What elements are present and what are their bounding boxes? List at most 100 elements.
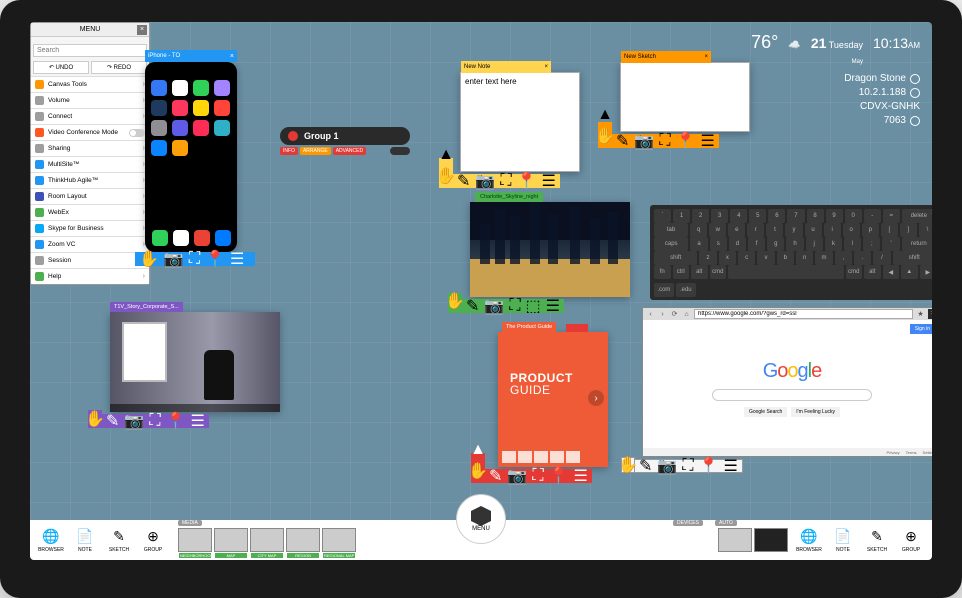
group-badge[interactable]: INFO xyxy=(280,147,298,155)
menu-item[interactable]: ThinkHub Agile™› xyxy=(31,172,149,188)
key[interactable]: ctrl xyxy=(673,265,690,279)
key[interactable]: [ xyxy=(881,223,898,237)
pen-icon[interactable]: ✎ xyxy=(616,131,629,151)
app-icon[interactable] xyxy=(172,140,188,156)
camera-icon[interactable]: 📷 xyxy=(164,249,184,269)
more-icon[interactable]: ☰ xyxy=(541,171,555,191)
key[interactable]: - xyxy=(864,209,881,223)
dock-icon[interactable] xyxy=(152,230,168,246)
tool-note[interactable]: 📄NOTE xyxy=(70,528,100,553)
expand-icon[interactable]: ⛶ xyxy=(149,412,160,430)
camera-icon[interactable]: 📷 xyxy=(657,456,677,476)
key[interactable]: \ xyxy=(919,223,932,237)
pen-icon[interactable]: ✎ xyxy=(457,171,470,191)
key[interactable]: , xyxy=(835,251,852,265)
camera-icon[interactable]: 📷 xyxy=(475,171,495,191)
close-icon[interactable]: × xyxy=(544,64,548,70)
media-thumb[interactable]: REGION xyxy=(286,528,320,552)
pen-icon[interactable]: ✎ xyxy=(106,411,119,431)
sketch-window[interactable]: New Sketch× xyxy=(620,62,750,132)
expand-icon[interactable]: ⛶ xyxy=(500,172,511,190)
page-thumb[interactable] xyxy=(518,451,532,463)
google-search-input[interactable] xyxy=(712,389,872,401)
main-menu-button[interactable]: MENU xyxy=(456,494,506,544)
key[interactable]: . xyxy=(854,251,871,265)
drag-icon[interactable]: ✋ xyxy=(595,126,615,146)
pen-icon[interactable]: ✎ xyxy=(466,296,479,316)
key[interactable]: cmd xyxy=(846,265,863,279)
app-icon[interactable] xyxy=(214,80,230,96)
menu-search-input[interactable] xyxy=(33,44,147,57)
pen-icon[interactable]: ✎ xyxy=(489,466,502,486)
drag-icon[interactable]: ✋ xyxy=(445,291,465,311)
key[interactable]: shift xyxy=(893,251,932,265)
pin-icon[interactable]: 📍 xyxy=(517,171,537,191)
media-thumb[interactable]: CITY MAP xyxy=(250,528,284,552)
key[interactable]: 3 xyxy=(711,209,728,223)
tool-sketch[interactable]: ✎SKETCH xyxy=(104,528,134,553)
page-thumb[interactable] xyxy=(502,451,516,463)
menu-item[interactable]: MultiSite™› xyxy=(31,156,149,172)
key[interactable]: 0 xyxy=(845,209,862,223)
note-body[interactable]: enter text here xyxy=(461,73,579,90)
dock-icon[interactable] xyxy=(173,230,189,246)
key[interactable]: s xyxy=(710,237,727,251)
dock-icon[interactable] xyxy=(215,230,231,246)
dock-icon[interactable] xyxy=(194,230,210,246)
up-icon[interactable]: ▲ xyxy=(597,106,613,124)
tool-group[interactable]: ⊕GROUP xyxy=(138,528,168,553)
key[interactable]: g xyxy=(767,237,784,251)
key[interactable]: c xyxy=(738,251,755,265)
menu-item[interactable]: WebEx› xyxy=(31,204,149,220)
url-input[interactable] xyxy=(694,309,913,319)
group-toggle[interactable] xyxy=(390,147,410,155)
key[interactable]: delete xyxy=(902,209,932,223)
key[interactable]: v xyxy=(757,251,774,265)
key[interactable]: e xyxy=(728,223,745,237)
tool-note[interactable]: 📄NOTE xyxy=(828,528,858,553)
key[interactable]: ` xyxy=(654,209,671,223)
product-guide-window[interactable]: The Product Guide PRODUCTGUIDE › xyxy=(498,332,608,467)
key[interactable]: 4 xyxy=(730,209,747,223)
more-icon[interactable]: ☰ xyxy=(190,411,204,431)
record-icon[interactable] xyxy=(288,131,298,141)
key[interactable]: ' xyxy=(882,237,899,251)
key[interactable]: i xyxy=(824,223,841,237)
home-icon[interactable]: ⌂ xyxy=(682,310,691,319)
key[interactable]: a xyxy=(690,237,707,251)
app-icon[interactable] xyxy=(172,120,188,136)
key[interactable]: tab xyxy=(654,223,688,237)
camera-icon[interactable]: 📷 xyxy=(484,296,504,316)
app-icon[interactable] xyxy=(172,80,188,96)
key[interactable]: alt xyxy=(691,265,708,279)
tool-browser[interactable]: 🌐BROWSER xyxy=(36,528,66,553)
media-thumb[interactable]: NEIGHBORHOOD xyxy=(178,528,212,552)
tool-sketch[interactable]: ✎SKETCH xyxy=(862,528,892,553)
key[interactable]: x xyxy=(719,251,736,265)
key[interactable]: 2 xyxy=(692,209,709,223)
key[interactable]: ▶ xyxy=(920,265,933,279)
app-icon[interactable] xyxy=(193,80,209,96)
app-icon[interactable] xyxy=(172,100,188,116)
key[interactable]: p xyxy=(862,223,879,237)
toggle-switch[interactable] xyxy=(129,129,145,137)
menu-item[interactable]: Canvas Tools› xyxy=(31,76,149,92)
drag-icon[interactable]: ✋ xyxy=(436,166,456,186)
key[interactable]: z xyxy=(699,251,716,265)
key[interactable]: fn xyxy=(654,265,671,279)
redo-button[interactable]: ↷ REDO xyxy=(91,61,147,74)
browser-window[interactable]: ‹ › ⟳ ⌂ ★ × Sign in Google Google Search… xyxy=(642,307,932,457)
key[interactable]: b xyxy=(777,251,794,265)
next-page-icon[interactable]: › xyxy=(588,390,604,406)
key[interactable]: ▲ xyxy=(901,265,918,279)
group-badge[interactable]: ADVANCED xyxy=(333,147,366,155)
close-icon[interactable]: × xyxy=(928,309,932,319)
menu-item[interactable]: Video Conference Mode xyxy=(31,124,149,140)
bookmark-icon[interactable]: ★ xyxy=(916,310,925,319)
expand-icon[interactable]: ⛶ xyxy=(659,132,670,150)
pin-icon[interactable]: 📍 xyxy=(699,456,719,476)
key[interactable]: q xyxy=(690,223,707,237)
expand-icon[interactable]: ⛶ xyxy=(509,297,520,315)
menu-item[interactable]: Room Layout› xyxy=(31,188,149,204)
drag-icon[interactable]: ✋ xyxy=(618,455,638,475)
